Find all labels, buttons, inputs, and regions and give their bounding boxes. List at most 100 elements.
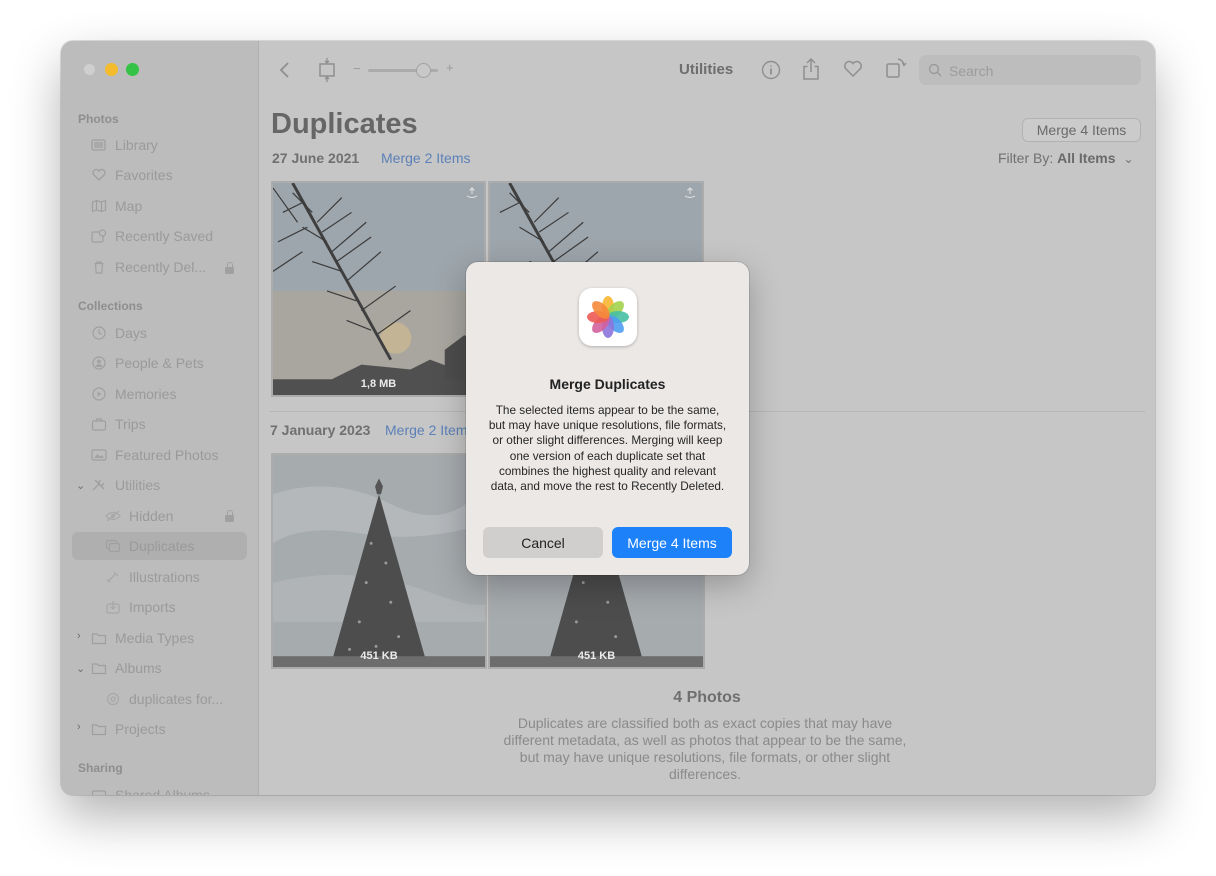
sidebar-section-photos: Photos bbox=[78, 112, 119, 126]
page-title: Duplicates bbox=[271, 108, 418, 140]
filter-value: All Items bbox=[1057, 150, 1116, 166]
folder-icon bbox=[91, 661, 107, 675]
lock-icon bbox=[225, 510, 234, 522]
photo-thumbnail[interactable]: 1,8 MB bbox=[271, 181, 486, 397]
merge-confirm-button[interactable]: Merge 4 Items bbox=[612, 527, 732, 558]
sidebar-item-map[interactable]: Map bbox=[91, 192, 142, 220]
sidebar-item-featured-photos[interactable]: Featured Photos bbox=[91, 441, 219, 469]
sidebar-item-duplicates[interactable]: Duplicates bbox=[72, 532, 247, 560]
folder-icon bbox=[91, 722, 107, 736]
duplicates-description: Duplicates are classified both as exact … bbox=[503, 715, 907, 782]
clock-icon bbox=[91, 326, 107, 340]
sidebar-item-label: Trips bbox=[115, 416, 146, 432]
sidebar-item-days[interactable]: Days bbox=[91, 319, 147, 347]
sidebar-item-utilities[interactable]: Utilities bbox=[91, 471, 160, 499]
trash-icon bbox=[91, 260, 107, 274]
christmas-tree-photo bbox=[273, 455, 485, 667]
eye-icon bbox=[105, 509, 121, 523]
zoom-in-icon[interactable]: + bbox=[446, 60, 454, 75]
sidebar-item-trips[interactable]: Trips bbox=[91, 410, 146, 438]
merge-duplicates-dialog: Merge Duplicates The selected items appe… bbox=[466, 262, 749, 575]
duplicates-icon bbox=[105, 539, 121, 553]
merge-group-link[interactable]: Merge 2 Items bbox=[381, 150, 470, 166]
sidebar-item-hidden[interactable]: Hidden bbox=[105, 502, 173, 530]
sidebar-item-label: Favorites bbox=[115, 167, 173, 183]
upload-icon bbox=[466, 187, 478, 198]
sidebar-item-recently-deleted[interactable]: Recently Del... bbox=[91, 253, 206, 281]
search-field[interactable]: Search bbox=[919, 55, 1141, 85]
sidebar-item-label: Illustrations bbox=[129, 569, 200, 585]
chevron-right-icon[interactable]: › bbox=[77, 721, 81, 733]
library-icon bbox=[91, 138, 107, 152]
dialog-message: The selected items appear to be the same… bbox=[488, 403, 727, 494]
sidebar-item-label: Memories bbox=[115, 386, 177, 402]
file-size-label: 451 KB bbox=[577, 650, 616, 662]
toolbar-title: Utilities bbox=[679, 61, 734, 78]
search-icon bbox=[928, 63, 942, 77]
chevron-down-icon[interactable]: ⌄ bbox=[76, 479, 85, 492]
sidebar-item-favorites[interactable]: Favorites bbox=[91, 161, 173, 189]
filter-dropdown[interactable]: Filter By: All Items ⌄ bbox=[998, 150, 1134, 166]
merge-all-button[interactable]: Merge 4 Items bbox=[1022, 118, 1141, 142]
rotate-icon[interactable] bbox=[885, 57, 907, 79]
file-size-label: 1,8 MB bbox=[360, 378, 397, 390]
photos-app-icon bbox=[579, 288, 637, 346]
person-icon bbox=[91, 356, 107, 370]
aspect-toggle-icon[interactable] bbox=[317, 57, 337, 83]
sidebar-section-collections: Collections bbox=[78, 299, 143, 313]
chevron-right-icon[interactable]: › bbox=[77, 630, 81, 642]
heart-icon[interactable] bbox=[843, 60, 863, 78]
sidebar-item-label: Hidden bbox=[129, 508, 174, 524]
photo-count-title: 4 Photos bbox=[673, 689, 741, 706]
group-date: 7 January 2023 bbox=[270, 422, 371, 438]
sidebar-item-duplicates-album[interactable]: duplicates for... bbox=[105, 685, 223, 713]
map-icon bbox=[91, 199, 107, 213]
zoom-window-button[interactable] bbox=[126, 63, 139, 76]
featured-icon bbox=[91, 448, 107, 462]
lock-icon bbox=[225, 262, 234, 274]
filter-label: Filter By: bbox=[998, 150, 1054, 166]
sidebar-item-library[interactable]: Library bbox=[91, 131, 158, 159]
chevron-down-icon: ⌄ bbox=[1123, 152, 1134, 166]
sidebar-item-label: Recently Saved bbox=[115, 228, 214, 244]
sidebar-item-label: Projects bbox=[115, 721, 166, 737]
sidebar-item-memories[interactable]: Memories bbox=[91, 380, 176, 408]
info-icon[interactable] bbox=[761, 60, 781, 80]
sidebar-item-albums[interactable]: Albums bbox=[91, 654, 162, 682]
photo-thumbnail[interactable]: 451 KB bbox=[271, 453, 487, 669]
cancel-button[interactable]: Cancel bbox=[483, 527, 603, 558]
sidebar-item-illustrations[interactable]: Illustrations bbox=[105, 563, 200, 591]
search-placeholder: Search bbox=[949, 63, 994, 79]
sidebar-item-imports[interactable]: Imports bbox=[105, 593, 176, 621]
chevron-down-icon[interactable]: ⌄ bbox=[76, 662, 85, 675]
shared-albums-icon bbox=[91, 788, 107, 795]
file-size-label: 451 KB bbox=[360, 650, 398, 662]
folder-icon bbox=[91, 631, 107, 645]
sidebar-item-projects[interactable]: Projects bbox=[91, 715, 166, 743]
back-chevron-icon[interactable] bbox=[279, 61, 291, 79]
share-icon[interactable] bbox=[802, 57, 820, 81]
sidebar-item-label: Library bbox=[115, 137, 158, 153]
gear-icon bbox=[105, 692, 121, 706]
close-window-button[interactable] bbox=[83, 63, 96, 76]
sidebar-item-recently-saved[interactable]: Recently Saved bbox=[91, 222, 213, 250]
sidebar-item-label: Imports bbox=[129, 599, 176, 615]
sidebar-item-label: duplicates for... bbox=[129, 691, 224, 707]
recently-saved-icon bbox=[91, 229, 107, 243]
tools-icon bbox=[91, 478, 107, 492]
sidebar-item-media-types[interactable]: Media Types bbox=[91, 624, 194, 652]
sidebar-item-people-pets[interactable]: People & Pets bbox=[91, 349, 204, 377]
sidebar-item-label: Map bbox=[115, 198, 143, 214]
pine-sunset-photo bbox=[273, 183, 484, 395]
zoom-out-icon[interactable]: − bbox=[353, 61, 361, 76]
merge-group-link[interactable]: Merge 2 Items bbox=[385, 422, 474, 438]
heart-icon bbox=[91, 168, 107, 182]
sidebar-item-label: Duplicates bbox=[129, 538, 195, 554]
minimize-window-button[interactable] bbox=[105, 63, 118, 76]
sidebar-item-label: Albums bbox=[115, 660, 162, 676]
import-icon bbox=[105, 600, 121, 614]
memories-icon bbox=[91, 387, 107, 401]
sidebar-item-label: Recently Del... bbox=[115, 259, 207, 275]
zoom-slider-knob[interactable] bbox=[416, 63, 431, 78]
sidebar-item-shared-albums[interactable]: Shared Albums bbox=[91, 781, 210, 795]
